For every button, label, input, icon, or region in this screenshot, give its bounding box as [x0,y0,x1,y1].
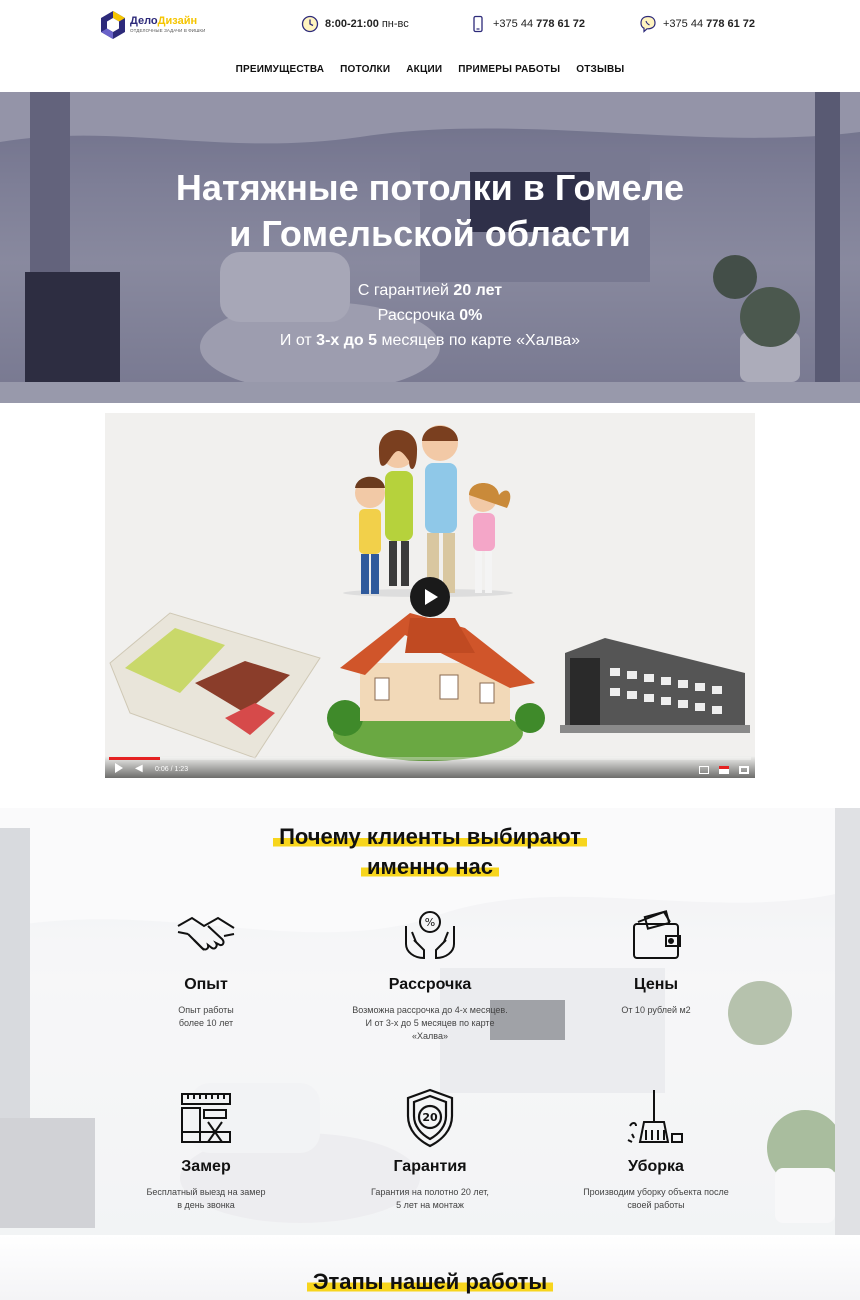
advantage-text: Бесплатный выезд на замер в день звонка [146,1187,266,1210]
advantage-text: Возможна рассрочка до 4-х месяцев. И от … [352,1005,508,1041]
advantage-title: Замер [181,1158,231,1175]
volume-icon[interactable]: ◀ [135,763,143,774]
nav-advantages[interactable]: ПРЕИМУЩЕСТВА [236,64,325,75]
advantage-title: Гарантия [393,1158,467,1175]
mobile-phone-icon [473,15,483,33]
logo-subtitle: ОТДЕЛОЧНЫЕ ЗАДАЧИ В ФИШКИ [130,28,206,34]
advantage-title: Цены [633,976,679,993]
logo-hexagon-icon [101,11,125,39]
broom-icon [627,1090,683,1143]
advantage-prices: Цены От 10 рублей м2 [556,904,756,1017]
video-player[interactable]: ◀ 0:06 / 1:23 [105,413,755,778]
main-nav: ПРЕИМУЩЕСТВА ПОТОЛКИ АКЦИИ ПРИМЕРЫ РАБОТ… [0,64,860,75]
phone-2[interactable]: +375 44 778 61 72 [639,14,758,34]
svg-text:%: % [425,916,435,929]
advantage-installment: % Рассрочка Возможна рассрочка до 4-х ме… [330,904,530,1043]
hands-percent-icon: % [405,911,455,960]
phone-1[interactable]: +375 44 778 61 72 [469,14,588,34]
nav-reviews[interactable]: ОТЗЫВЫ [576,64,624,75]
advantage-title: Уборка [628,1158,684,1175]
video-time: 0:06 / 1:23 [155,766,189,773]
viber-icon [640,15,656,33]
hero-title: Натяжные потолки в Гомеле и Гомельской об… [175,167,685,254]
advantage-experience: Опыт Опыт работы более 10 лет [106,904,306,1030]
advantages-section: Почему клиенты выбирают именно нас Опыт О… [0,808,860,1235]
wallet-icon [633,910,681,959]
logo[interactable]: ДелоДизайн ОТДЕЛОЧНЫЕ ЗАДАЧИ В ФИШКИ [100,8,210,42]
logo-title: ДелоДизайн [130,15,198,28]
shield-20-icon: 20 [406,1088,454,1148]
advantage-measurement: Замер Бесплатный выезд на замер в день з… [106,1086,306,1212]
advantage-title: Рассрочка [388,976,472,993]
working-hours: 8:00-21:00 пн-вс [301,14,409,34]
advantages-title: Почему клиенты выбирают именно нас [0,822,860,882]
settings-icon[interactable] [719,766,729,774]
video-progress-bar[interactable] [109,757,751,760]
advantage-text: Производим уборку объекта после своей ра… [583,1187,729,1210]
hero-halva-line: И от 3-х до 5 месяцев по карте «Халва» [279,332,581,349]
video-play-button[interactable] [410,577,450,617]
clock-icon [301,15,319,33]
site-header: ДелоДизайн ОТДЕЛОЧНЫЕ ЗАДАЧИ В ФИШКИ 8:0… [0,0,860,92]
hero-installment-line: Рассрочка 0% [377,307,483,324]
nav-work-examples[interactable]: ПРИМЕРЫ РАБОТЫ [458,64,560,75]
control-play-icon[interactable] [115,763,123,773]
advantage-text: Гарантия на полотно 20 лет, 5 лет на мон… [371,1187,489,1210]
hero-benefits: С гарантией 20 лет Рассрочка 0% И от 3-х… [0,278,860,353]
hero-banner: Натяжные потолки в Гомеле и Гомельской об… [0,92,860,403]
advantage-warranty: 20 Гарантия Гарантия на полотно 20 лет, … [330,1086,530,1212]
handshake-icon [177,916,235,951]
advantage-title: Опыт [184,976,228,993]
nav-promotions[interactable]: АКЦИИ [406,64,442,75]
svg-text:20: 20 [422,1111,438,1124]
work-steps-title: Этапы нашей работы [0,1269,860,1295]
advantage-cleaning: Уборка Производим уборку объекта после с… [556,1086,756,1212]
hero-warranty-line: С гарантией 20 лет [357,282,503,299]
advantage-text: Опыт работы более 10 лет [178,1005,234,1028]
subtitles-icon[interactable] [699,766,709,774]
measure-tools-icon [181,1093,231,1143]
advantage-text: От 10 рублей м2 [621,1005,691,1015]
nav-ceilings[interactable]: ПОТОЛКИ [340,64,390,75]
work-steps-section: Этапы нашей работы [0,1235,860,1300]
fullscreen-icon[interactable] [739,766,749,774]
video-progress-fill [109,757,161,760]
